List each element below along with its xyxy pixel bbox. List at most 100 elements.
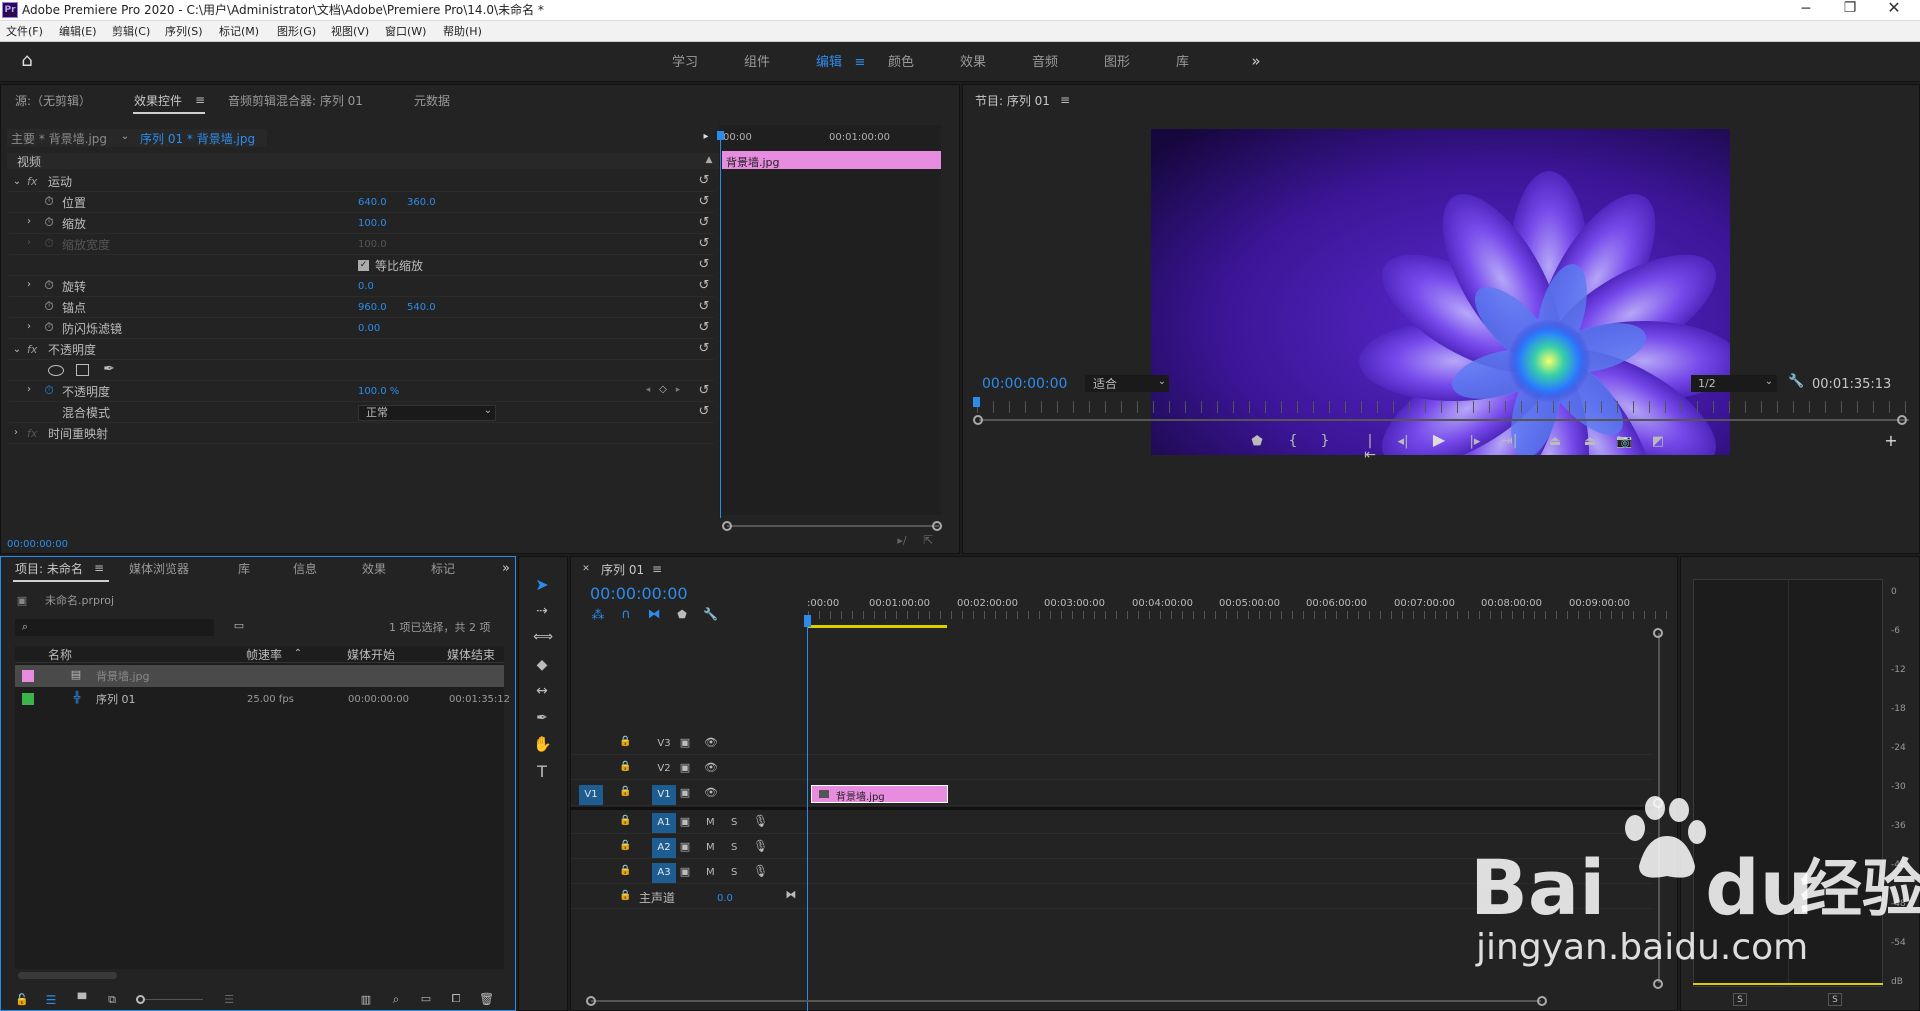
anchor-x-value[interactable]: 960.0 <box>358 303 387 313</box>
program-zoom-right-handle[interactable] <box>1897 415 1907 425</box>
linked-selection-icon[interactable]: ⧓ <box>647 608 661 621</box>
master-clip-label[interactable]: 主要 * 背景墙.jpg <box>11 133 107 145</box>
go-to-out-icon[interactable]: ⇥| <box>1501 434 1517 448</box>
hand-tool-icon[interactable]: ✋ <box>533 737 552 752</box>
reset-icon[interactable]: ↺ <box>697 321 711 334</box>
step-back-icon[interactable]: ◂| <box>1395 435 1411 448</box>
tab-media-browser[interactable]: 媒体浏览器 <box>129 563 189 575</box>
expand-icon[interactable]: › <box>25 385 33 395</box>
sequence-clip-label[interactable]: 序列 01 * 背景墙.jpg <box>140 133 255 145</box>
scroll-handle[interactable] <box>1653 798 1663 808</box>
position-y-value[interactable]: 360.0 <box>407 198 436 208</box>
panel-menu-icon[interactable]: ≡ <box>1059 94 1071 106</box>
menu-marker[interactable]: 标记(M) <box>219 26 259 37</box>
stopwatch-icon[interactable]: ⏱ <box>43 279 55 291</box>
sync-lock-icon[interactable]: ▣ <box>678 866 692 877</box>
ec-scroll-left-handle[interactable] <box>722 521 732 531</box>
solo-button[interactable]: S <box>731 818 737 828</box>
track-lock-icon[interactable]: 🔒 <box>619 737 631 747</box>
timeline-v-scrollbar[interactable] <box>1658 633 1660 983</box>
new-item-icon[interactable]: ⧠ <box>449 993 463 1004</box>
tab-metadata[interactable]: 元数据 <box>414 95 450 107</box>
panel-menu-icon[interactable]: ≡ <box>194 94 206 106</box>
menu-edit[interactable]: 编辑(E) <box>59 26 97 37</box>
pen-tool-icon[interactable]: ✒ <box>533 711 551 725</box>
sync-lock-icon[interactable]: ▣ <box>678 816 692 827</box>
eye-icon[interactable]: 👁 <box>704 762 718 773</box>
home-icon[interactable]: ⌂ <box>16 52 38 70</box>
tab-effect-controls[interactable]: 效果控件 <box>134 95 182 107</box>
eye-icon[interactable]: 👁 <box>704 737 718 748</box>
anchor-y-value[interactable]: 540.0 <box>407 303 436 313</box>
track-target-a2[interactable]: A2 <box>652 838 676 858</box>
expand-icon[interactable]: › <box>12 428 20 438</box>
ec-playhead-handle[interactable] <box>717 131 724 140</box>
work-area-bar[interactable] <box>808 625 947 628</box>
stopwatch-icon[interactable]: ⏱ <box>43 300 55 312</box>
workspace-editing[interactable]: 编辑 <box>816 56 842 69</box>
expand-icon[interactable]: › <box>25 217 33 227</box>
reset-icon[interactable]: ↺ <box>697 384 711 397</box>
track-lock-icon[interactable]: 🔒 <box>619 891 631 901</box>
mute-button[interactable]: M <box>706 868 715 878</box>
close-icon[interactable]: ✕ <box>1884 0 1904 16</box>
project-h-scrollbar[interactable] <box>18 972 117 979</box>
column-framerate[interactable]: 帧速率 <box>246 649 282 661</box>
tab-effects[interactable]: 效果 <box>362 563 386 575</box>
workspace-menu-icon[interactable]: ≡ <box>854 56 866 69</box>
stopwatch-icon[interactable]: ⏱ <box>43 216 55 228</box>
label-color-swatch[interactable] <box>22 670 34 682</box>
solo-button[interactable]: S <box>731 868 737 878</box>
opacity-value[interactable]: 100.0 % <box>358 387 399 397</box>
flicker-value[interactable]: 0.00 <box>358 324 380 334</box>
new-bin-icon[interactable]: ▭ <box>419 993 433 1004</box>
more-workspaces-icon[interactable]: » <box>1248 54 1264 69</box>
time-ruler-ticks[interactable] <box>808 611 1668 619</box>
ellipse-mask-icon[interactable] <box>48 365 64 376</box>
microphone-icon[interactable]: 🎙 <box>753 815 768 827</box>
stopwatch-icon[interactable]: ⏱ <box>43 195 55 207</box>
list-view-icon[interactable]: ☰ <box>44 994 58 1006</box>
timeline-settings-wrench-icon[interactable]: 🔧 <box>703 608 718 620</box>
table-row[interactable] <box>15 665 504 687</box>
position-x-value[interactable]: 640.0 <box>358 198 387 208</box>
timeline-playhead-line[interactable] <box>807 619 808 1011</box>
minimize-icon[interactable]: ─ <box>1796 2 1816 16</box>
reset-icon[interactable]: ↺ <box>697 195 711 208</box>
reset-icon[interactable]: ↺ <box>697 279 711 292</box>
tab-project[interactable]: 项目: 未命名 <box>15 563 83 575</box>
type-tool-icon[interactable]: T <box>533 764 551 780</box>
menu-clip[interactable]: 剪辑(C) <box>112 26 150 37</box>
microphone-icon[interactable]: 🎙 <box>753 840 768 852</box>
scroll-handle[interactable] <box>586 996 596 1006</box>
scroll-handle[interactable] <box>1653 979 1663 989</box>
expand-icon[interactable]: › <box>25 280 33 290</box>
ec-timecode[interactable]: 00:00:00:00 <box>7 540 68 550</box>
ec-timeline-scrollbar[interactable] <box>727 525 939 527</box>
workspace-libraries[interactable]: 库 <box>1176 56 1189 69</box>
workspace-graphics[interactable]: 图形 <box>1104 56 1130 69</box>
track-target-a1[interactable]: A1 <box>652 813 676 833</box>
sync-lock-icon[interactable]: ▣ <box>678 762 692 773</box>
chevron-down-icon[interactable]: ⌄ <box>1157 377 1167 387</box>
collapse-motion-icon[interactable]: ⌄ <box>12 177 22 187</box>
razor-tool-icon[interactable]: ◆ <box>533 658 551 672</box>
program-zoom-bar[interactable] <box>979 419 1909 421</box>
reset-icon[interactable]: ↺ <box>697 405 711 418</box>
trash-icon[interactable]: 🗑 <box>479 993 494 1005</box>
track-lock-icon[interactable]: 🔒 <box>619 787 631 797</box>
snap-magnet-icon[interactable]: ∩ <box>619 608 633 621</box>
menu-window[interactable]: 窗口(W) <box>385 26 426 37</box>
freeform-view-icon[interactable]: ⧉ <box>103 994 121 1005</box>
expand-timeline-icon[interactable]: ▸ <box>701 132 711 142</box>
scroll-handle[interactable] <box>1537 996 1547 1006</box>
zoom-slider-track[interactable] <box>143 999 203 1000</box>
solo-left-button[interactable]: S <box>1733 993 1747 1006</box>
pen-mask-icon[interactable]: ✒ <box>102 362 116 376</box>
track-lock-icon[interactable]: 🔒 <box>619 816 631 826</box>
tab-source[interactable]: 源:（无剪辑） <box>15 95 91 107</box>
timeline-h-scrollbar[interactable] <box>591 1000 1541 1002</box>
lift-icon[interactable]: ⏏ <box>1546 435 1564 448</box>
source-patch-v1[interactable]: V1 <box>579 785 603 805</box>
scale-value[interactable]: 100.0 <box>358 219 387 229</box>
